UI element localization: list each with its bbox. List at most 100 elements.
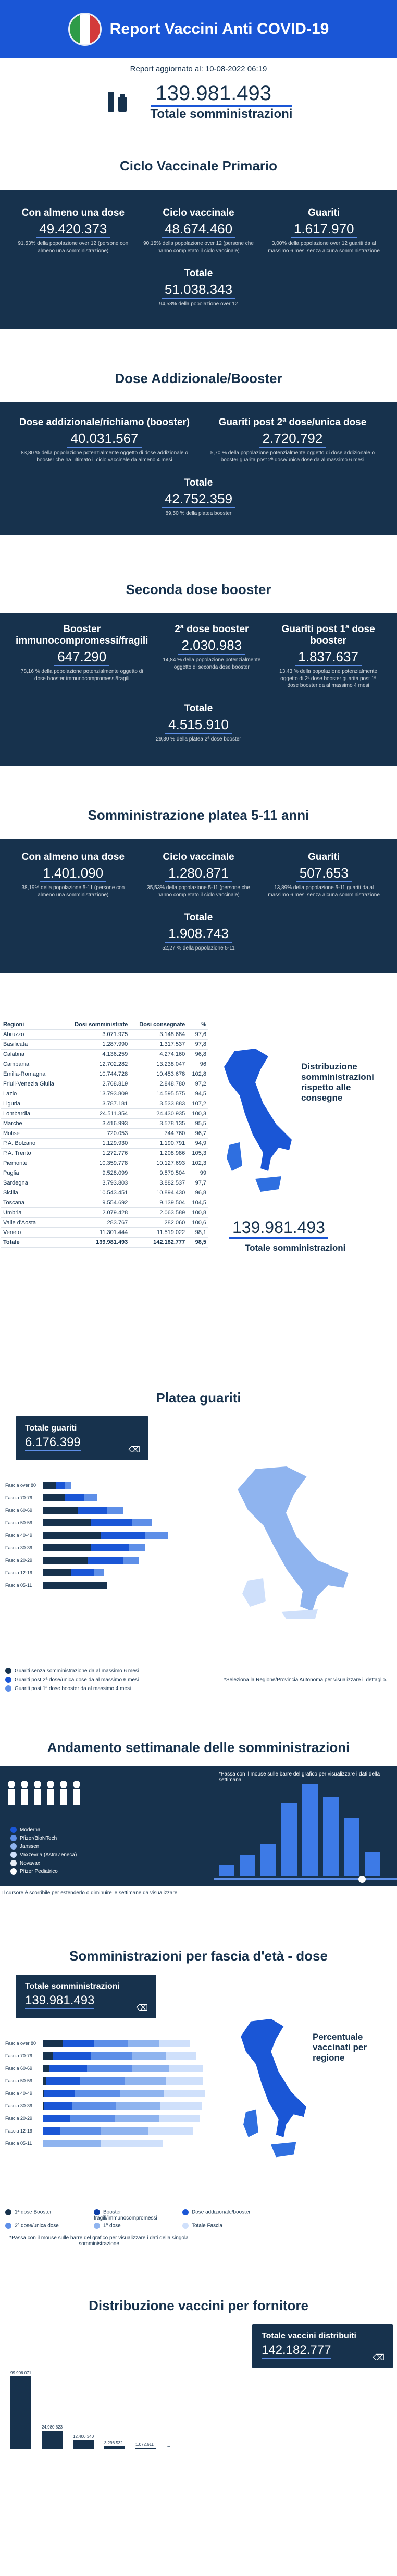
weekly-slider-handle[interactable] (358, 1875, 366, 1883)
weekly-slider[interactable] (214, 1875, 397, 1883)
bar-segment[interactable] (43, 1544, 91, 1551)
table-row[interactable]: Molise 720.053 744.760 96,7 (1, 1128, 208, 1139)
bar-segment[interactable] (84, 1494, 97, 1501)
stacked-bar[interactable] (43, 1556, 203, 1564)
bar-row[interactable]: Fascia 20-29 (5, 2112, 214, 2125)
bar-segment[interactable] (65, 1481, 72, 1489)
stacked-bar[interactable] (43, 2077, 214, 2085)
weekly-bar[interactable] (365, 1852, 380, 1876)
stacked-bar[interactable] (43, 2039, 214, 2047)
table-row[interactable]: P.A. Trento 1.272.776 1.208.986 105,3 (1, 1148, 208, 1158)
bar-row[interactable]: Fascia 40-49 (5, 1529, 203, 1542)
table-row[interactable]: Campania 12.702.282 13.238.047 96 (1, 1059, 208, 1069)
bar-segment[interactable] (116, 2102, 161, 2110)
italy-map-icon[interactable] (219, 1046, 297, 1197)
stacked-bar[interactable] (43, 1531, 203, 1539)
table-row[interactable]: Veneto 11.301.444 11.519.022 98,1 (1, 1227, 208, 1238)
bar-segment[interactable] (46, 2077, 81, 2085)
stacked-bar[interactable] (43, 2064, 214, 2072)
supplier-bar[interactable] (104, 2446, 125, 2449)
bar-segment[interactable] (131, 2052, 166, 2060)
weekly-bar[interactable] (323, 1797, 339, 1876)
bar-segment[interactable] (78, 1506, 107, 1514)
bar-row[interactable]: Fascia 05-11 (5, 2137, 214, 2150)
bar-row[interactable]: Fascia 70-79 (5, 2050, 214, 2062)
table-row[interactable]: Calabria 4.136.259 4.274.160 96,8 (1, 1049, 208, 1059)
table-row[interactable]: Valle d'Aosta 283.767 282.060 100,6 (1, 1217, 208, 1228)
bar-row[interactable]: Fascia 12-19 (5, 2125, 214, 2137)
bar-segment[interactable] (65, 1494, 85, 1501)
bar-segment[interactable] (80, 2077, 125, 2085)
bar-segment[interactable] (91, 1544, 130, 1551)
bar-segment[interactable] (53, 2052, 91, 2060)
weekly-bar[interactable] (281, 1802, 297, 1876)
stacked-bar[interactable] (43, 1544, 203, 1551)
bar-row[interactable]: Fascia 12-19 (5, 1567, 203, 1579)
table-row[interactable]: Puglia 9.528.099 9.570.504 99 (1, 1168, 208, 1178)
bar-segment[interactable] (88, 1556, 123, 1564)
stacked-bar[interactable] (43, 2139, 214, 2147)
weekly-bar[interactable] (302, 1784, 318, 1876)
stacked-bar[interactable] (43, 1519, 203, 1526)
stacked-bar[interactable] (43, 1581, 203, 1589)
table-row[interactable]: P.A. Bolzano 1.129.930 1.190.791 94,9 (1, 1138, 208, 1149)
table-row[interactable]: Toscana 9.554.692 9.139.504 104,5 (1, 1198, 208, 1208)
bar-segment[interactable] (131, 2064, 169, 2072)
bar-segment[interactable] (59, 2127, 101, 2135)
stacked-bar[interactable] (43, 2102, 214, 2110)
bar-segment[interactable] (107, 1506, 123, 1514)
bar-segment[interactable] (71, 1569, 94, 1576)
bar-row[interactable]: Fascia 50-59 (5, 1517, 203, 1529)
table-header[interactable]: Dosi somministrate (64, 1019, 130, 1030)
table-row[interactable]: Abruzzo 3.071.975 3.148.684 97,6 (1, 1029, 208, 1040)
bar-row[interactable]: Fascia 05-11 (5, 1579, 203, 1592)
stacked-bar[interactable] (43, 2127, 214, 2135)
bar-row[interactable]: Fascia 30-39 (5, 1542, 203, 1554)
bar-row[interactable]: Fascia 40-49 (5, 2087, 214, 2100)
bar-segment[interactable] (44, 2089, 76, 2097)
bar-segment[interactable] (43, 1569, 72, 1576)
bar-segment[interactable] (160, 2102, 202, 2110)
bar-segment[interactable] (43, 2064, 50, 2072)
bar-segment[interactable] (114, 2114, 159, 2122)
bar-row[interactable]: Fascia 30-39 (5, 2100, 214, 2112)
table-row[interactable]: Liguria 3.787.181 3.533.883 107,2 (1, 1099, 208, 1109)
stacked-bar[interactable] (43, 1569, 203, 1576)
bar-segment[interactable] (125, 2077, 166, 2085)
bar-segment[interactable] (94, 1569, 104, 1576)
bar-segment[interactable] (43, 1506, 78, 1514)
bar-segment[interactable] (70, 2114, 115, 2122)
bar-segment[interactable] (101, 2139, 163, 2147)
bar-segment[interactable] (43, 1556, 88, 1564)
bar-segment[interactable] (43, 1581, 107, 1589)
bar-segment[interactable] (55, 1481, 66, 1489)
supplier-bar[interactable] (10, 2376, 31, 2449)
bar-segment[interactable] (63, 2039, 94, 2047)
supplier-bar-chart[interactable]: 99.906.071 24.980.623 12.400.340 3.296.532 1… (5, 2371, 214, 2455)
bar-segment[interactable] (94, 2039, 128, 2047)
table-row[interactable]: Marche 3.416.993 3.578.135 95,5 (1, 1118, 208, 1129)
bar-segment[interactable] (166, 2052, 197, 2060)
bar-row[interactable]: Fascia 20-29 (5, 1554, 203, 1567)
bar-segment[interactable] (119, 2089, 164, 2097)
stacked-bar[interactable] (43, 1494, 203, 1501)
bar-segment[interactable] (166, 2077, 204, 2085)
bar-segment[interactable] (91, 1519, 133, 1526)
bar-row[interactable]: Fascia 60-69 (5, 1504, 203, 1517)
eraser-icon[interactable]: ⌫ (136, 2003, 148, 2013)
table-header[interactable]: Regioni (1, 1019, 65, 1030)
bar-segment[interactable] (43, 2127, 60, 2135)
weekly-bar[interactable] (260, 1844, 276, 1876)
bar-segment[interactable] (43, 1481, 56, 1489)
table-row[interactable]: Lombardia 24.511.354 24.430.935 100,3 (1, 1108, 208, 1119)
bar-segment[interactable] (43, 2114, 70, 2122)
eraser-icon[interactable]: ⌫ (373, 2352, 384, 2363)
stacked-bar[interactable] (43, 1506, 203, 1514)
guariti-map-icon[interactable] (229, 1463, 359, 1620)
table-row[interactable]: Sardegna 3.793.803 3.882.537 97,7 (1, 1178, 208, 1188)
bar-row[interactable]: Fascia over 80 (5, 1479, 203, 1492)
eraser-icon[interactable]: ⌫ (128, 1445, 140, 1455)
bar-row[interactable]: Fascia 50-59 (5, 2075, 214, 2087)
table-header[interactable]: Dosi consegnate (130, 1019, 188, 1030)
supplier-bar[interactable] (135, 2447, 156, 2449)
